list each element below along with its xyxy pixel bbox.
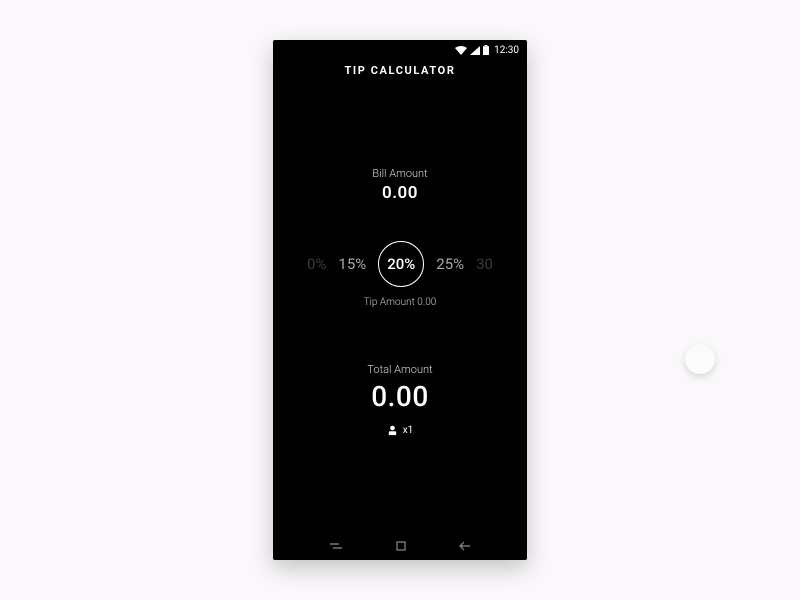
wifi-icon xyxy=(455,46,467,55)
content-area: Bill Amount 0.00 0% 15% 20% 25% 30 Tip A… xyxy=(273,77,527,532)
tip-option-1[interactable]: 15% xyxy=(338,255,366,273)
bill-label: Bill Amount xyxy=(372,167,427,180)
signal-icon xyxy=(470,46,480,55)
tip-percentage-picker[interactable]: 0% 15% 20% 25% 30 xyxy=(273,241,527,287)
bill-section[interactable]: Bill Amount 0.00 xyxy=(372,167,427,203)
battery-icon xyxy=(483,45,489,55)
status-bar: 12:30 xyxy=(273,40,527,60)
split-row[interactable]: x1 xyxy=(387,425,414,436)
total-section: Total Amount 0.00 xyxy=(367,363,432,413)
tip-amount-value: 0.00 xyxy=(417,297,436,308)
tip-option-selected[interactable]: 20% xyxy=(378,241,424,287)
split-count: 1 xyxy=(408,425,414,436)
phone-frame: 12:30 TIP CALCULATOR Bill Amount 0.00 0%… xyxy=(273,40,527,560)
total-value: 0.00 xyxy=(367,380,432,413)
home-icon[interactable] xyxy=(396,541,406,551)
tip-amount-row: Tip Amount 0.00 xyxy=(364,297,437,308)
person-icon xyxy=(387,425,398,436)
tip-amount-label: Tip Amount xyxy=(364,297,415,308)
app-title: TIP CALCULATOR xyxy=(273,64,527,77)
tip-option-3[interactable]: 25% xyxy=(436,255,464,273)
back-icon[interactable] xyxy=(459,541,471,551)
tip-option-4[interactable]: 30 xyxy=(476,255,493,273)
bill-value: 0.00 xyxy=(372,183,427,203)
recent-apps-icon[interactable] xyxy=(329,541,343,551)
status-time: 12:30 xyxy=(494,45,519,56)
floating-action-button[interactable] xyxy=(685,344,715,374)
total-label: Total Amount xyxy=(367,363,432,376)
android-nav-bar xyxy=(273,532,527,560)
tip-option-0[interactable]: 0% xyxy=(307,255,326,273)
